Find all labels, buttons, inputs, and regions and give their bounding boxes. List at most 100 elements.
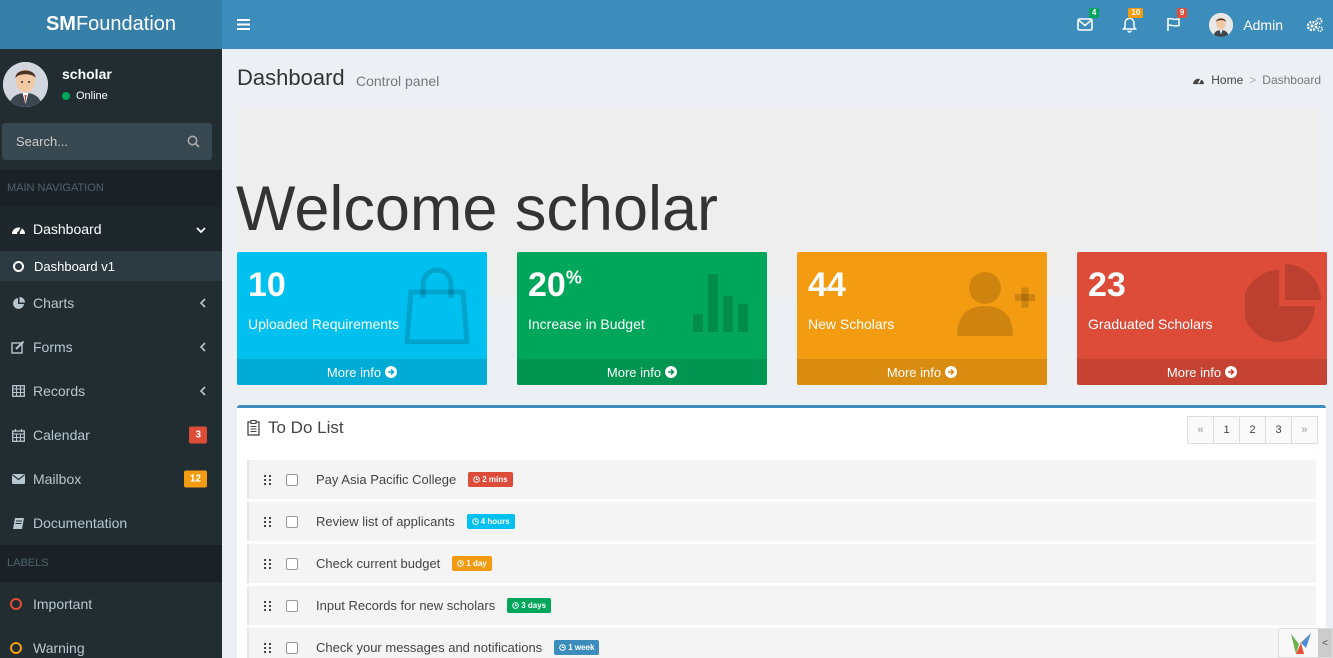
stat-box-uploaded-requirements: 10 Uploaded Requirements More info: [237, 252, 487, 385]
todo-checkbox[interactable]: [286, 557, 298, 570]
sidebar-label-important[interactable]: Important: [0, 582, 222, 626]
more-info-link[interactable]: More info: [1077, 359, 1327, 385]
sidebar-label-text: Warning: [33, 640, 85, 656]
chevron-left-icon: [199, 383, 206, 399]
pie-chart-icon: [1243, 264, 1327, 345]
circle-icon: [10, 642, 22, 654]
user-status: Online: [62, 90, 112, 102]
sidebar-item-forms[interactable]: Forms: [0, 325, 222, 369]
drag-handle-icon[interactable]: [264, 600, 274, 611]
calendar-icon: [10, 428, 26, 442]
sidebar-item-mailbox[interactable]: Mailbox 12: [0, 457, 222, 501]
debug-toolbar-widget[interactable]: <: [1278, 628, 1333, 658]
page-subtitle: Control panel: [356, 73, 440, 89]
sidebar-item-records[interactable]: Records: [0, 369, 222, 413]
time-label: 3 days: [507, 598, 552, 613]
content-wrapper: Dashboard Control panel Home > Dashboard…: [222, 49, 1333, 658]
drag-handle-icon[interactable]: [264, 516, 274, 527]
sidebar-label-warning[interactable]: Warning: [0, 626, 222, 658]
stat-box-graduated-scholars: 23 Graduated Scholars More info: [1077, 252, 1327, 385]
sidebar-item-label: Dashboard: [33, 221, 102, 237]
breadcrumb-current: Dashboard: [1262, 73, 1321, 87]
todo-text: Check current budget: [316, 556, 441, 571]
todo-text: Check your messages and notifications: [316, 640, 543, 655]
edit-icon: [10, 340, 26, 354]
envelope-icon: [10, 474, 26, 484]
drag-handle-icon[interactable]: [264, 558, 274, 569]
stat-value: 10: [248, 266, 286, 304]
sidebar-item-label: Charts: [33, 295, 75, 311]
online-dot-icon: [62, 92, 70, 100]
drag-handle-icon[interactable]: [264, 474, 274, 485]
calendar-badge: 3: [189, 426, 207, 444]
dashboard-icon: [10, 223, 26, 235]
time-label: 1 day: [452, 556, 492, 571]
clock-icon: [512, 602, 519, 609]
table-icon: [10, 385, 26, 397]
brand-logo[interactable]: SM Foundation: [0, 0, 222, 49]
circle-icon: [10, 598, 22, 610]
list-item: Input Records for new scholars 3 days: [247, 586, 1316, 625]
pager-page-2[interactable]: 2: [1239, 416, 1266, 444]
user-menu[interactable]: Admin: [1195, 0, 1297, 49]
pie-chart-icon: [10, 296, 26, 310]
time-label: 4 hours: [466, 514, 515, 529]
stat-value: 23: [1088, 266, 1126, 304]
clock-icon: [471, 518, 479, 525]
welcome-heading: Welcome scholar: [236, 174, 719, 244]
todo-checkbox[interactable]: [286, 473, 298, 486]
dashboard-icon: [1193, 78, 1205, 85]
pager-next[interactable]: »: [1291, 416, 1318, 444]
brand-bold: SM: [45, 13, 76, 35]
breadcrumb-home-link[interactable]: Home: [1192, 73, 1243, 87]
search-icon: [187, 135, 200, 148]
stat-value: 20%: [528, 266, 582, 304]
sidebar-subitem-dashboard-v1[interactable]: Dashboard v1: [0, 251, 222, 281]
chevron-down-icon: [196, 221, 206, 237]
sidebar-toggle-button[interactable]: [222, 0, 264, 49]
sidebar-search: [2, 123, 212, 160]
more-info-link[interactable]: More info: [797, 359, 1047, 385]
stat-box-increase-budget: 20% Increase in Budget More info: [517, 252, 767, 385]
pager-prev[interactable]: «: [1187, 416, 1214, 444]
control-sidebar-button[interactable]: [1297, 0, 1333, 49]
main-nav-header: MAIN NAVIGATION: [0, 170, 222, 207]
list-item: Pay Asia Pacific College 2 mins: [247, 460, 1316, 499]
arrow-circle-right-icon: [665, 366, 678, 378]
shopping-bag-icon: [397, 264, 477, 347]
list-item: Check your messages and notifications 1 …: [247, 628, 1316, 658]
content-header: Dashboard Control panel Home > Dashboard: [222, 49, 1333, 104]
list-item: Check current budget 1 day: [247, 544, 1316, 583]
drag-handle-icon[interactable]: [264, 642, 274, 653]
clock-icon: [559, 644, 566, 651]
search-input[interactable]: [16, 134, 176, 149]
pager-page-3[interactable]: 3: [1265, 416, 1292, 444]
time-label: 1 week: [554, 640, 600, 655]
tasks-button[interactable]: 9: [1151, 0, 1195, 49]
todo-header: To Do List: [247, 418, 344, 438]
todo-checkbox[interactable]: [286, 641, 298, 654]
search-button[interactable]: [187, 135, 200, 148]
arrow-circle-right-icon: [385, 366, 398, 378]
brand-rest: Foundation: [75, 13, 177, 35]
pager-page-1[interactable]: 1: [1213, 416, 1240, 444]
more-info-link[interactable]: More info: [237, 359, 487, 385]
sidebar-item-dashboard[interactable]: Dashboard: [0, 207, 222, 251]
sidebar-item-calendar[interactable]: Calendar 3: [0, 413, 222, 457]
yii-logo-icon: [1291, 633, 1311, 654]
clipboard-icon: [247, 420, 260, 436]
header-user-name: Admin: [1243, 16, 1283, 33]
stat-label: Uploaded Requirements: [248, 316, 399, 332]
sidebar-item-charts[interactable]: Charts: [0, 281, 222, 325]
messages-button[interactable]: 4: [1063, 0, 1107, 49]
sidebar-item-label: Documentation: [33, 515, 128, 531]
todo-checkbox[interactable]: [286, 599, 298, 612]
more-info-link[interactable]: More info: [517, 359, 767, 385]
sidebar-item-documentation[interactable]: Documentation: [0, 501, 222, 545]
user-avatar: [3, 61, 48, 107]
tasks-badge: 9: [1176, 8, 1188, 18]
sidebar-label-text: Important: [33, 596, 93, 612]
notifications-button[interactable]: 10: [1107, 0, 1151, 49]
user-status-text: Online: [76, 90, 108, 102]
todo-checkbox[interactable]: [286, 515, 298, 528]
